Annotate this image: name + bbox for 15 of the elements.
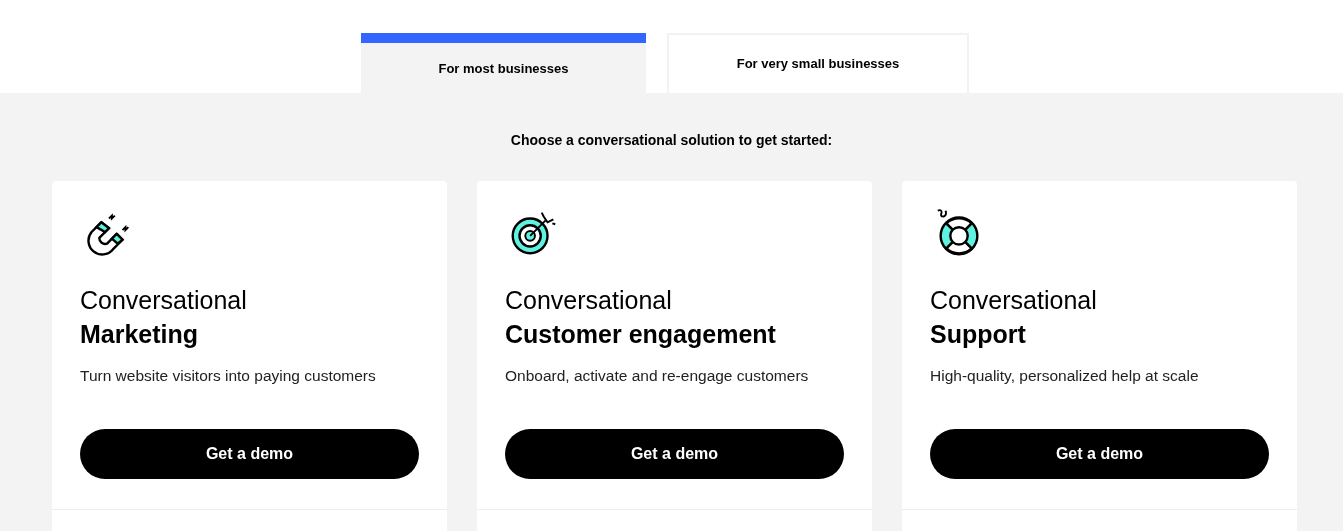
- card-subtitle: Marketing: [80, 319, 200, 350]
- card-title: Conversational: [930, 285, 1098, 316]
- tab[interactable]: For most businesses: [361, 33, 646, 93]
- demo-button[interactable]: Get a demo: [505, 429, 844, 479]
- card-description: Onboard, activate and re-engage customers: [505, 366, 810, 386]
- card-subtitle: Support: [930, 319, 1027, 350]
- card-title: Conversational: [80, 285, 248, 316]
- tab[interactable]: For very small businesses: [667, 33, 969, 93]
- demo-button[interactable]: Get a demo: [930, 429, 1269, 479]
- card-title: Conversational: [505, 285, 673, 316]
- demo-button[interactable]: Get a demo: [80, 429, 419, 479]
- card-description: Turn website visitors into paying customers: [80, 366, 377, 386]
- card-description: High-quality, personalized help at scale: [930, 366, 1200, 386]
- section-heading: Choose a conversational solution to get started:: [509, 131, 834, 150]
- card-subtitle: Customer engagement: [505, 319, 777, 350]
